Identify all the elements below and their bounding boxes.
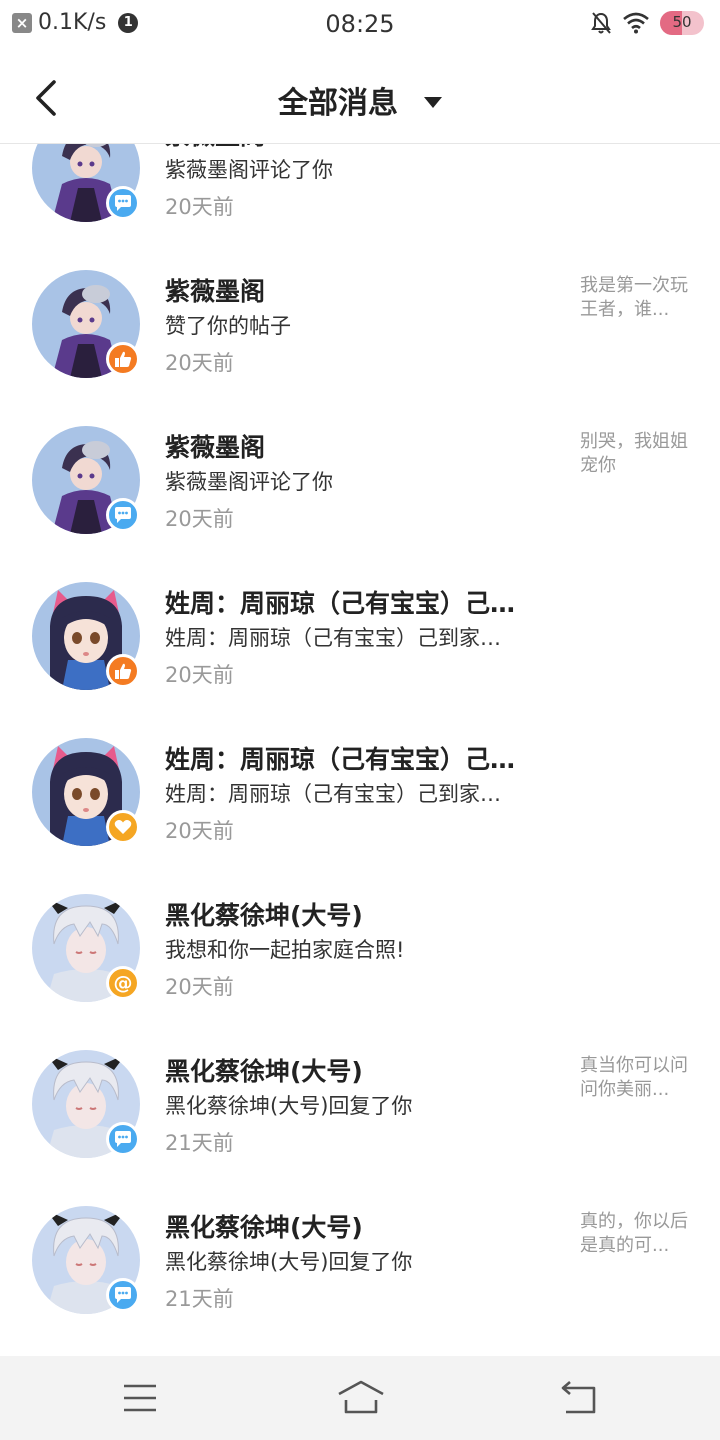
caret-down-icon <box>424 96 442 108</box>
message-list-content: 紫薇墨阁紫薇墨阁评论了你20天前紫薇墨阁赞了你的帖子20天前我是第一次玩王者，谁… <box>0 144 720 1338</box>
message-row[interactable]: 紫薇墨阁紫薇墨阁评论了你 20天前 <box>0 144 720 246</box>
comment-icon <box>106 1122 140 1156</box>
message-row[interactable]: 黑化蔡徐坤(大号) 黑化蔡徐坤(大号)回复了你 21天前 真当你可以问问你美丽... <box>0 1026 720 1182</box>
message-action: 紫薇墨阁评论了你 <box>165 470 333 494</box>
thumbs-up-icon <box>106 342 140 376</box>
bottom-nav <box>0 1356 720 1440</box>
sender-name[interactable]: 紫薇墨阁 <box>165 428 565 464</box>
at-icon: @ <box>106 966 140 1000</box>
message-time: 20天前 <box>165 195 234 219</box>
message-action: 赞了你的帖子 <box>165 314 291 338</box>
message-preview: 别哭，我姐姐宠你 <box>580 431 688 476</box>
heart-icon <box>106 810 140 844</box>
message-action: 姓周：周丽琼（己有宝宝）己到家… <box>165 626 501 650</box>
message-preview: 真当你可以问问你美丽... <box>580 1055 688 1100</box>
message-row[interactable]: @ 黑化蔡徐坤(大号) 我想和你一起拍家庭合照! 20天前 <box>0 870 720 1026</box>
message-time: 21天前 <box>165 1287 234 1311</box>
comment-icon <box>106 1278 140 1312</box>
sender-name[interactable]: 黑化蔡徐坤(大号) <box>165 1052 565 1088</box>
menu-button[interactable] <box>118 1378 162 1418</box>
message-action: 紫薇墨阁评论了你 <box>165 158 333 182</box>
message-action: 我想和你一起拍家庭合照! <box>165 938 405 962</box>
bell-muted-icon <box>591 12 611 34</box>
message-list[interactable]: 紫薇墨阁紫薇墨阁评论了你20天前紫薇墨阁赞了你的帖子20天前我是第一次玩王者，谁… <box>0 144 720 1356</box>
thumbs-up-icon <box>106 654 140 688</box>
sender-name[interactable]: 姓周：周丽琼（己有宝宝）己… <box>165 584 565 620</box>
message-time: 20天前 <box>165 507 234 531</box>
message-action: 黑化蔡徐坤(大号)回复了你 <box>165 1094 413 1118</box>
message-filter-dropdown[interactable]: 全部消息 <box>0 78 720 122</box>
nav-header: 全部消息 <box>0 52 720 144</box>
message-action: 姓周：周丽琼（己有宝宝）己到家… <box>165 782 501 806</box>
sender-name[interactable]: 黑化蔡徐坤(大号) <box>165 896 565 932</box>
message-row[interactable]: 紫薇墨阁紫薇墨阁评论了你 20天前 别哭，我姐姐宠你 <box>0 402 720 558</box>
message-time: 20天前 <box>165 351 234 375</box>
message-time: 20天前 <box>165 975 234 999</box>
sender-name[interactable]: 姓周：周丽琼（己有宝宝）己… <box>165 740 565 776</box>
message-row[interactable]: 姓周：周丽琼（己有宝宝）己… 姓周：周丽琼（己有宝宝）己到家… 20天前 <box>0 714 720 870</box>
message-time: 21天前 <box>165 1131 234 1155</box>
comment-icon <box>106 186 140 220</box>
home-icon <box>338 1380 384 1414</box>
message-preview: 真的，你以后是真的可... <box>580 1211 688 1256</box>
sender-name[interactable]: 黑化蔡徐坤(大号) <box>165 1208 565 1244</box>
message-time: 20天前 <box>165 819 234 843</box>
battery-level: 50 <box>672 13 692 31</box>
system-back-button[interactable] <box>556 1378 600 1418</box>
message-time: 20天前 <box>165 663 234 687</box>
back-icon <box>561 1381 596 1414</box>
comment-icon <box>106 498 140 532</box>
status-right: 50 <box>590 11 704 35</box>
sender-name[interactable]: 紫薇墨阁 <box>165 144 565 152</box>
menu-icon <box>124 1384 156 1412</box>
message-action: 黑化蔡徐坤(大号)回复了你 <box>165 1250 413 1274</box>
message-row[interactable]: 紫薇墨阁赞了你的帖子 20天前 我是第一次玩王者，谁... <box>0 246 720 402</box>
sender-name[interactable]: 紫薇墨阁 <box>165 272 565 308</box>
message-row[interactable]: 姓周：周丽琼（己有宝宝）己… 姓周：周丽琼（己有宝宝）己到家… 20天前 <box>0 558 720 714</box>
message-row[interactable]: 黑化蔡徐坤(大号) 黑化蔡徐坤(大号)回复了你 21天前 真的，你以后是真的可... <box>0 1182 720 1338</box>
message-preview: 我是第一次玩王者，谁... <box>580 275 688 320</box>
page-title: 全部消息 <box>278 86 398 121</box>
home-button[interactable] <box>336 1378 386 1418</box>
status-bar: × 0.1K/s 1 08:25 50 <box>0 0 720 52</box>
battery-indicator: 50 <box>660 11 704 35</box>
wifi-icon <box>623 12 649 34</box>
